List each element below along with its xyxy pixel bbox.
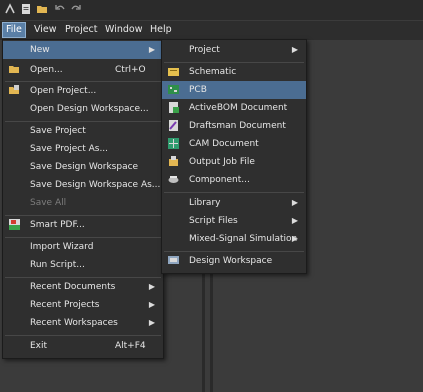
menu-separator	[5, 335, 161, 336]
menu-separator	[164, 192, 304, 193]
file-menu: New ▶ Open... Ctrl+O Open Project... Ope…	[2, 39, 164, 359]
submenu-item-script-files[interactable]: Script Files ▶	[162, 212, 306, 230]
design-workspace-icon	[168, 256, 179, 264]
output-job-icon	[169, 156, 178, 166]
submenu-item-schematic[interactable]: Schematic	[162, 63, 306, 81]
menu-item-open-project[interactable]: Open Project...	[3, 82, 163, 100]
app-logo-icon	[5, 3, 15, 14]
menu-item-import-wizard[interactable]: Import Wizard	[3, 238, 163, 256]
menu-item-save-design-workspace-as[interactable]: Save Design Workspace As...	[3, 176, 163, 194]
submenu-item-design-workspace[interactable]: Design Workspace	[162, 252, 306, 270]
menu-item-new[interactable]: New ▶	[3, 41, 163, 59]
submenu-item-pcb[interactable]: PCB	[162, 81, 306, 99]
open-folder-icon	[9, 66, 19, 73]
menu-item-run-script[interactable]: Run Script...	[3, 256, 163, 274]
menu-item-save-project[interactable]: Save Project	[3, 122, 163, 140]
menu-item-recent-documents[interactable]: Recent Documents ▶	[3, 278, 163, 296]
submenu-arrow-icon: ▶	[148, 45, 155, 54]
component-icon	[168, 176, 179, 183]
menu-item-open-design-workspace[interactable]: Open Design Workspace...	[3, 100, 163, 118]
menu-item-recent-workspaces[interactable]: Recent Workspaces ▶	[3, 314, 163, 332]
menu-item-recent-projects[interactable]: Recent Projects ▶	[3, 296, 163, 314]
menu-item-smart-pdf[interactable]: Smart PDF...	[3, 216, 163, 234]
submenu-arrow-icon: ▶	[291, 234, 298, 243]
draftsman-icon	[169, 120, 178, 131]
open-project-icon	[9, 85, 19, 94]
menu-project[interactable]: Project	[62, 23, 101, 37]
submenu-item-cam[interactable]: CAM Document	[162, 135, 306, 153]
menu-item-save-all[interactable]: Save All	[3, 194, 163, 212]
menu-item-save-design-workspace[interactable]: Save Design Workspace	[3, 158, 163, 176]
cam-icon	[168, 138, 179, 149]
menu-window[interactable]: Window	[102, 23, 145, 37]
new-document-icon[interactable]	[20, 3, 32, 15]
submenu-item-output-job[interactable]: Output Job File	[162, 153, 306, 171]
submenu-item-component[interactable]: Component...	[162, 171, 306, 189]
submenu-item-draftsman[interactable]: Draftsman Document	[162, 117, 306, 135]
redo-icon[interactable]	[70, 3, 82, 15]
menu-item-save-project-as[interactable]: Save Project As...	[3, 140, 163, 158]
menu-item-open[interactable]: Open... Ctrl+O	[3, 61, 163, 79]
submenu-arrow-icon: ▶	[148, 318, 155, 327]
menu-help[interactable]: Help	[147, 23, 175, 37]
menu-bar: File View Project Window Help	[0, 21, 423, 40]
open-folder-icon[interactable]	[36, 3, 48, 15]
undo-icon[interactable]	[54, 3, 66, 15]
submenu-arrow-icon: ▶	[291, 216, 298, 225]
submenu-item-library[interactable]: Library ▶	[162, 194, 306, 212]
submenu-arrow-icon: ▶	[148, 300, 155, 309]
pdf-icon	[9, 219, 20, 230]
submenu-item-mixed-signal[interactable]: Mixed-Signal Simulation ▶	[162, 230, 306, 248]
new-submenu: Project ▶ Schematic PCB ActiveBOM Docume…	[161, 39, 307, 274]
submenu-item-activebom[interactable]: ActiveBOM Document	[162, 99, 306, 117]
schematic-icon	[168, 68, 179, 76]
toolbar	[0, 0, 423, 20]
activebom-icon	[169, 102, 179, 113]
menu-view[interactable]: View	[31, 23, 60, 37]
submenu-arrow-icon: ▶	[291, 45, 298, 54]
submenu-item-project[interactable]: Project ▶	[162, 41, 306, 59]
submenu-arrow-icon: ▶	[148, 282, 155, 291]
pcb-icon	[168, 85, 179, 94]
menu-file[interactable]: File	[2, 22, 26, 38]
menu-item-exit[interactable]: Exit Alt+F4	[3, 337, 163, 355]
submenu-arrow-icon: ▶	[291, 198, 298, 207]
